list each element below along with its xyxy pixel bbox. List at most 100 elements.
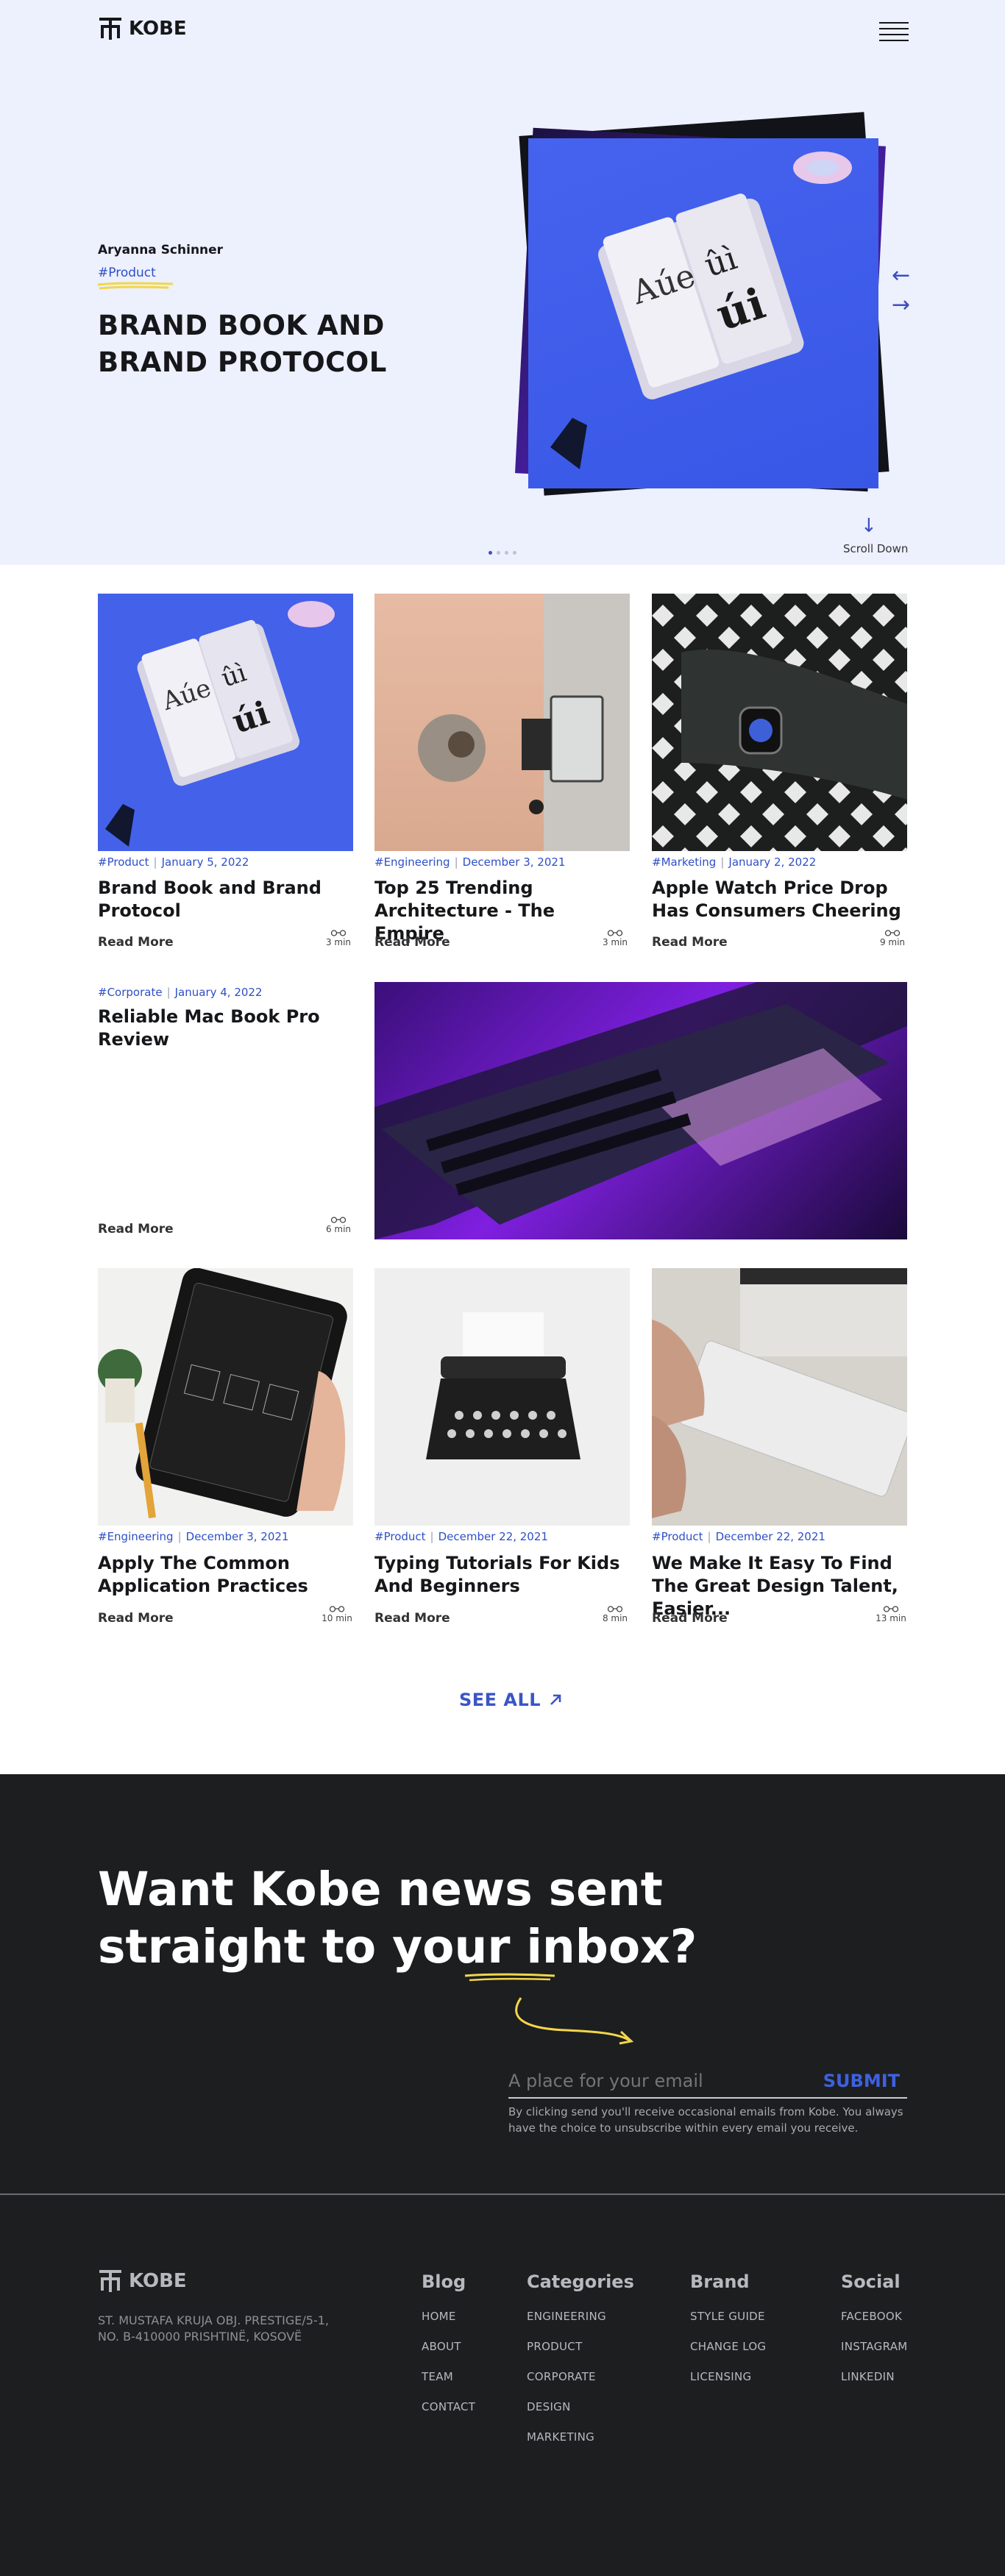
- footer-link-contact[interactable]: CONTACT: [422, 2400, 475, 2413]
- glasses-icon: [330, 1217, 347, 1223]
- reading-time-value: 3 min: [602, 937, 628, 947]
- reading-time-value: 9 min: [879, 937, 906, 947]
- address-line: ST. MUSTAFA KRUJA OBJ. PRESTIGE/5-1,: [98, 2313, 330, 2327]
- prev-slide-arrow-icon[interactable]: ←: [892, 265, 910, 287]
- hero-tag[interactable]: #Product: [98, 266, 156, 280]
- footer-link-engineering[interactable]: ENGINEERING: [527, 2310, 634, 2323]
- slide-dot[interactable]: [489, 551, 492, 555]
- reading-time: 10 min: [321, 1606, 353, 1623]
- post-title[interactable]: Brand Book and Brand Protocol: [98, 877, 353, 922]
- post-date: December 22, 2021: [715, 1530, 825, 1543]
- footer-address: ST. MUSTAFA KRUJA OBJ. PRESTIGE/5-1, NO.…: [98, 2313, 329, 2345]
- footer-link-linkedin[interactable]: LINKEDIN: [841, 2370, 908, 2383]
- address-line: NO. B-410000 PRISHTINË, KOSOVË: [98, 2330, 302, 2344]
- footer-link-team[interactable]: TEAM: [422, 2370, 475, 2383]
- post-meta: #Engineering | December 3, 2021: [98, 1530, 289, 1543]
- post-meta: #Marketing | January 2, 2022: [652, 855, 817, 869]
- see-all-link[interactable]: SEE ALL: [459, 1690, 563, 1710]
- footer-column-social: Social FACEBOOK INSTAGRAM LINKEDIN: [841, 2271, 908, 2400]
- headline-text: straight to your i: [98, 1920, 542, 1974]
- footer-link-licensing[interactable]: LICENSING: [690, 2370, 766, 2383]
- post-image-tablet[interactable]: [98, 1268, 353, 1526]
- scroll-down-label[interactable]: Scroll Down: [843, 542, 908, 555]
- post-meta: #Product | December 22, 2021: [374, 1530, 548, 1543]
- scroll-down-arrow-icon[interactable]: ↓: [861, 515, 877, 537]
- post-title[interactable]: Apple Watch Price Drop Has Consumers Che…: [652, 877, 907, 922]
- email-input[interactable]: [508, 2065, 803, 2091]
- post-title[interactable]: Reliable Mac Book Pro Review: [98, 1006, 353, 1051]
- slide-dot[interactable]: [505, 551, 508, 555]
- footer-brand-name: KOBE: [129, 2270, 187, 2292]
- read-more-link[interactable]: Read More: [98, 1611, 174, 1626]
- kobe-logo-icon: [99, 2270, 121, 2292]
- read-more-link[interactable]: Read More: [98, 1222, 174, 1237]
- post-image-laptop[interactable]: [374, 982, 907, 1239]
- read-more-link[interactable]: Read More: [98, 935, 174, 950]
- post-meta: #Corporate | January 4, 2022: [98, 986, 263, 999]
- footer-link-corporate[interactable]: CORPORATE: [527, 2370, 634, 2383]
- newsletter-headline-line1: Want Kobe news sent: [98, 1862, 663, 1916]
- reading-time: 3 min: [600, 930, 630, 947]
- post-image-keyboard[interactable]: [652, 1268, 907, 1526]
- post-tag[interactable]: #Corporate: [98, 986, 163, 999]
- hero-image-stack[interactable]: Aúe ûì úi: [515, 112, 889, 499]
- post-image-desk[interactable]: [374, 594, 630, 851]
- footer-link-product[interactable]: PRODUCT: [527, 2340, 634, 2353]
- reading-time-value: 10 min: [322, 1613, 352, 1623]
- post-date: January 4, 2022: [174, 986, 263, 999]
- footer-link-change-log[interactable]: CHANGE LOG: [690, 2340, 766, 2353]
- headline-text-end: ?: [670, 1920, 697, 1974]
- glasses-icon: [883, 1606, 899, 1612]
- footer-brand-logo[interactable]: KOBE: [98, 2269, 187, 2294]
- post-date: December 3, 2021: [462, 855, 566, 869]
- glasses-icon: [329, 1606, 345, 1612]
- footer-heading: Brand: [690, 2271, 750, 2292]
- post-tag[interactable]: #Product: [98, 855, 149, 869]
- footer-link-about[interactable]: ABOUT: [422, 2340, 475, 2353]
- post-image-watch[interactable]: [652, 594, 907, 851]
- submit-button[interactable]: SUBMIT: [823, 2071, 900, 2091]
- footer-link-instagram[interactable]: INSTAGRAM: [841, 2340, 908, 2353]
- post-tag[interactable]: #Marketing: [652, 855, 716, 869]
- post-title[interactable]: Apply The Common Application Practices: [98, 1552, 353, 1598]
- reading-time-value: 13 min: [876, 1613, 906, 1623]
- email-input-field[interactable]: SUBMIT: [508, 2065, 907, 2099]
- newsletter-section: Want Kobe news sent straight to your inb…: [0, 1774, 1005, 2193]
- post-meta: #Product | January 5, 2022: [98, 855, 249, 869]
- hamburger-menu-icon[interactable]: [879, 22, 909, 41]
- slide-dot[interactable]: [497, 551, 500, 555]
- glasses-icon: [607, 1606, 623, 1612]
- post-tag[interactable]: #Product: [652, 1530, 703, 1543]
- slide-pagination[interactable]: [489, 551, 516, 555]
- post-date: December 3, 2021: [185, 1530, 289, 1543]
- post-meta: #Engineering | December 3, 2021: [374, 855, 566, 869]
- slide-dot[interactable]: [513, 551, 516, 555]
- glasses-icon: [330, 930, 347, 936]
- hero-author: Aryanna Schinner: [98, 243, 224, 257]
- post-image-book[interactable]: Aúe ûì úi: [98, 594, 353, 851]
- read-more-link[interactable]: Read More: [652, 1611, 728, 1626]
- post-tag[interactable]: #Engineering: [374, 855, 450, 869]
- footer-link-home[interactable]: HOME: [422, 2310, 475, 2323]
- reading-time: 8 min: [600, 1606, 630, 1623]
- brand-logo[interactable]: KOBE: [98, 16, 187, 41]
- newsletter-headline-line2: straight to your inbox?: [98, 1918, 697, 1976]
- read-more-link[interactable]: Read More: [652, 935, 728, 950]
- next-slide-arrow-icon[interactable]: →: [892, 294, 910, 316]
- footer-heading: Social: [841, 2271, 901, 2292]
- footer-link-design[interactable]: DESIGN: [527, 2400, 634, 2413]
- reading-time: 3 min: [324, 930, 353, 947]
- post-tag[interactable]: #Product: [374, 1530, 426, 1543]
- post-image-typewriter[interactable]: [374, 1268, 630, 1526]
- hero-title[interactable]: BRAND BOOK AND BRAND PROTOCOL: [98, 307, 480, 381]
- post-date: December 22, 2021: [438, 1530, 548, 1543]
- reading-time: 13 min: [875, 1606, 907, 1623]
- footer-link-style-guide[interactable]: STYLE GUIDE: [690, 2310, 766, 2323]
- read-more-link[interactable]: Read More: [374, 935, 450, 950]
- read-more-link[interactable]: Read More: [374, 1611, 450, 1626]
- footer-link-facebook[interactable]: FACEBOOK: [841, 2310, 908, 2323]
- footer-link-marketing[interactable]: MARKETING: [527, 2430, 634, 2444]
- reading-time: 9 min: [878, 930, 907, 947]
- post-title[interactable]: Typing Tutorials For Kids And Beginners: [374, 1552, 630, 1598]
- post-tag[interactable]: #Engineering: [98, 1530, 174, 1543]
